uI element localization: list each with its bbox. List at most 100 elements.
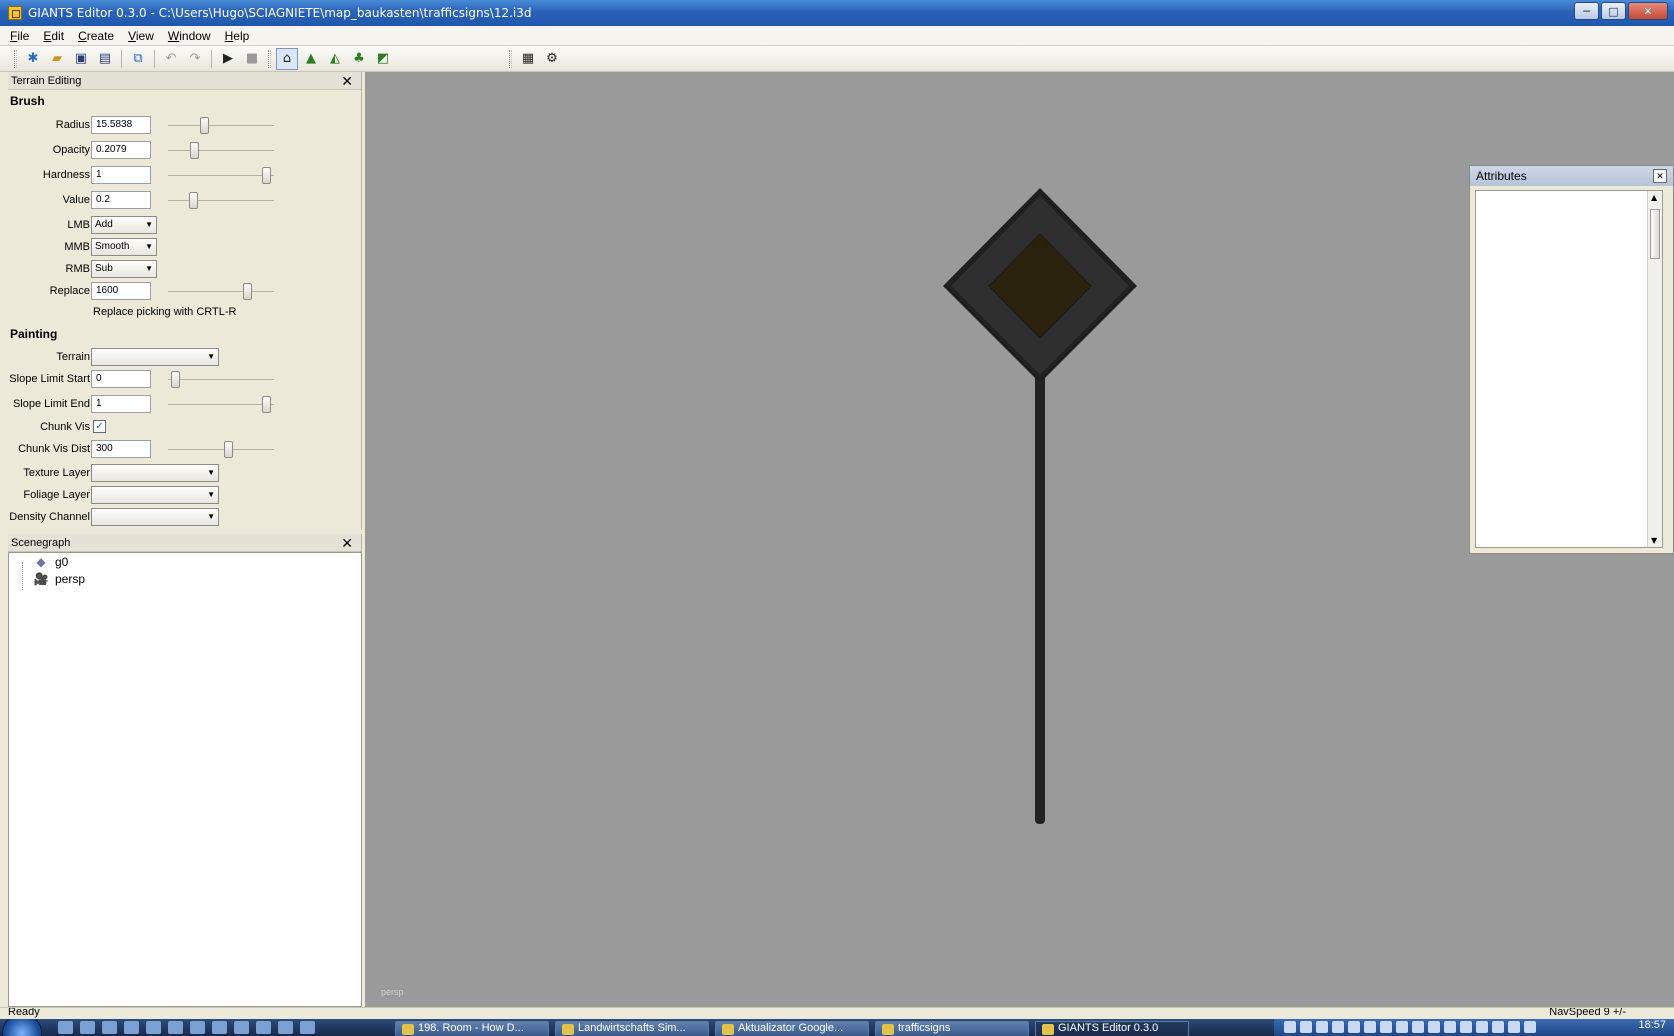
open-icon[interactable]: ▰ <box>46 48 68 70</box>
undo-icon[interactable]: ↶ <box>160 48 182 70</box>
close-icon[interactable]: ✕ <box>341 534 353 552</box>
tray-icon[interactable] <box>1396 1021 1408 1033</box>
quick-launch-icon[interactable] <box>300 1021 315 1034</box>
menu-window[interactable]: Window <box>168 29 211 43</box>
chunk-vis-dist-field[interactable]: 300 <box>91 440 151 458</box>
tray-icon[interactable] <box>1332 1021 1344 1033</box>
chunk-vis-dist-slider[interactable] <box>168 441 274 458</box>
terrain-paint-icon[interactable]: ◭ <box>324 48 346 70</box>
scroll-down-icon[interactable]: ▼ <box>1651 536 1657 545</box>
tray-icon[interactable] <box>1316 1021 1328 1033</box>
new-icon[interactable]: ✱ <box>22 48 44 70</box>
mmb-select[interactable]: Smooth <box>91 238 157 256</box>
replace-slider[interactable] <box>168 283 274 300</box>
slope-end-field[interactable]: 1 <box>91 395 151 413</box>
maximize-button[interactable]: □ <box>1601 2 1626 20</box>
menu-file[interactable]: File <box>10 29 29 43</box>
slider-thumb[interactable] <box>262 167 272 184</box>
quick-launch-icon[interactable] <box>234 1021 249 1034</box>
slider-thumb[interactable] <box>170 371 180 388</box>
quick-launch-icon[interactable] <box>168 1021 183 1034</box>
tray-icon[interactable] <box>1380 1021 1392 1033</box>
density-channel-select[interactable] <box>91 508 219 526</box>
checker-icon[interactable]: ▦ <box>517 48 539 70</box>
select-tool-icon[interactable]: ⌂ <box>276 47 298 70</box>
start-button[interactable] <box>2 1019 42 1036</box>
close-icon[interactable]: ✕ <box>1653 169 1667 183</box>
tray-icon[interactable] <box>1492 1021 1504 1033</box>
radius-field[interactable]: 15.5838 <box>91 116 151 134</box>
taskbar-button[interactable]: 198. Room - How D... <box>395 1021 549 1036</box>
value-slider[interactable] <box>168 192 274 209</box>
save-icon[interactable]: ▣ <box>70 48 92 70</box>
value-field[interactable]: 0.2 <box>91 191 151 209</box>
slope-start-slider[interactable] <box>168 371 274 388</box>
quick-launch-icon[interactable] <box>278 1021 293 1034</box>
save-all-icon[interactable]: ▤ <box>94 48 116 70</box>
tray-icon[interactable] <box>1284 1021 1296 1033</box>
tray-icon[interactable] <box>1412 1021 1424 1033</box>
toolbar-grip[interactable] <box>268 49 271 68</box>
slope-end-slider[interactable] <box>168 396 274 413</box>
slope-start-field[interactable]: 0 <box>91 370 151 388</box>
minimize-button[interactable]: ─ <box>1574 2 1599 20</box>
slider-thumb[interactable] <box>189 192 199 209</box>
taskbar-button[interactable]: trafficsigns <box>875 1021 1029 1036</box>
terrain-sculpt-icon[interactable]: ▲ <box>300 48 322 70</box>
menu-view[interactable]: View <box>128 29 154 43</box>
taskbar-button[interactable]: Landwirtschafts Sim... <box>555 1021 709 1036</box>
taskbar-button[interactable]: GIANTS Editor 0.3.0 <box>1035 1021 1189 1036</box>
slider-thumb[interactable] <box>200 117 209 134</box>
gear-icon[interactable]: ⚙ <box>541 48 563 70</box>
close-button[interactable]: ✕ <box>1628 2 1668 20</box>
toolbar-grip[interactable] <box>509 49 512 68</box>
menu-create[interactable]: Create <box>78 29 114 43</box>
taskbar-button[interactable]: Aktualizator Google... <box>715 1021 869 1036</box>
hardness-field[interactable]: 1 <box>91 166 151 184</box>
slider-thumb[interactable] <box>224 441 234 458</box>
tray-icon[interactable] <box>1364 1021 1376 1033</box>
texture-layer-select[interactable] <box>91 464 219 482</box>
radius-slider[interactable] <box>168 117 274 134</box>
scroll-thumb[interactable] <box>1650 209 1660 259</box>
chunk-vis-checkbox[interactable]: ✓ <box>93 420 106 433</box>
slider-thumb[interactable] <box>262 396 272 413</box>
tree-item[interactable]: 🎥 persp <box>33 572 86 586</box>
quick-launch-icon[interactable] <box>212 1021 227 1034</box>
tray-icon[interactable] <box>1460 1021 1472 1033</box>
slider-thumb[interactable] <box>190 142 200 159</box>
quick-launch-icon[interactable] <box>58 1021 73 1034</box>
clock[interactable]: 18:57 <box>1638 1019 1666 1031</box>
export-icon[interactable]: ⧉ <box>127 48 149 70</box>
replace-field[interactable]: 1600 <box>91 282 151 300</box>
tray-icon[interactable] <box>1428 1021 1440 1033</box>
toolbar-grip[interactable] <box>14 49 17 68</box>
quick-launch-icon[interactable] <box>256 1021 271 1034</box>
tray-icon[interactable] <box>1476 1021 1488 1033</box>
tree-item[interactable]: ◆ g0 <box>33 555 68 569</box>
opacity-field[interactable]: 0.2079 <box>91 141 151 159</box>
attributes-scrollbar[interactable]: ▲ ▼ <box>1647 191 1662 547</box>
rmb-select[interactable]: Sub <box>91 260 157 278</box>
attributes-header[interactable]: Attributes ✕ <box>1470 166 1673 186</box>
close-icon[interactable]: ✕ <box>341 72 353 90</box>
tray-icon[interactable] <box>1444 1021 1456 1033</box>
play-icon[interactable]: ▶ <box>217 48 239 70</box>
slider-thumb[interactable] <box>242 283 252 300</box>
foliage-paint-icon[interactable]: ♣ <box>348 48 370 70</box>
menu-edit[interactable]: Edit <box>43 29 64 43</box>
quick-launch-icon[interactable] <box>80 1021 95 1034</box>
texture-paint-icon[interactable]: ◩ <box>372 48 394 70</box>
quick-launch-icon[interactable] <box>190 1021 205 1034</box>
hardness-slider[interactable] <box>168 167 274 184</box>
foliage-layer-select[interactable] <box>91 486 219 504</box>
opacity-slider[interactable] <box>168 142 274 159</box>
menu-help[interactable]: Help <box>225 29 250 43</box>
terrain-select[interactable] <box>91 348 219 366</box>
stop-icon[interactable]: ■ <box>241 48 263 70</box>
redo-icon[interactable]: ↷ <box>184 48 206 70</box>
quick-launch-icon[interactable] <box>124 1021 139 1034</box>
tray-icon[interactable] <box>1524 1021 1536 1033</box>
tray-icon[interactable] <box>1348 1021 1360 1033</box>
quick-launch-icon[interactable] <box>102 1021 117 1034</box>
